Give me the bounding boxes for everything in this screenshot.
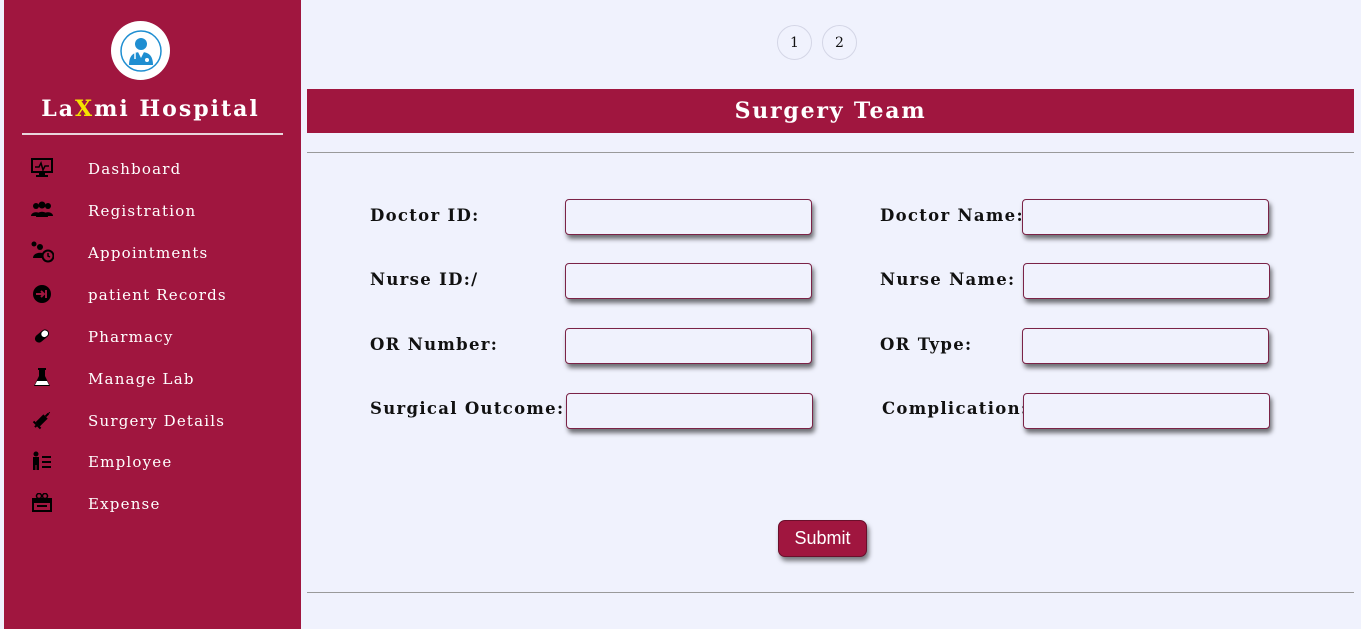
nurse-id-label: Nurse ID:/: [370, 270, 479, 289]
page-2-button[interactable]: 2: [822, 25, 857, 60]
hospital-logo: [111, 21, 170, 80]
bottom-divider: [307, 592, 1354, 593]
sidebar-item-label: Expense: [88, 495, 161, 513]
or-type-label: OR Type:: [880, 335, 973, 354]
sidebar-item-label: Appointments: [88, 244, 209, 262]
surgical-outcome-label: Surgical Outcome:: [370, 399, 565, 418]
sidebar-item-dashboard[interactable]: Dashboard: [4, 154, 301, 184]
complication-input[interactable]: [1023, 393, 1270, 429]
brand-suffix: mi Hospital: [94, 96, 260, 122]
nurse-id-input[interactable]: [565, 263, 812, 299]
sidebar-item-label: Registration: [88, 202, 197, 220]
user-clock-icon: [30, 241, 54, 263]
brand-prefix: La: [41, 96, 75, 122]
sidebar-item-manage-lab[interactable]: Manage Lab: [4, 364, 301, 394]
users-icon: [30, 199, 54, 221]
top-divider: [307, 152, 1354, 153]
sidebar-item-registration[interactable]: Registration: [4, 196, 301, 226]
page-title: Surgery Team: [307, 89, 1354, 133]
sidebar-item-surgery-details[interactable]: Surgery Details: [4, 406, 301, 436]
sidebar-item-expense[interactable]: Expense: [4, 489, 301, 519]
surgical-outcome-input[interactable]: [566, 393, 813, 429]
doctor-name-label: Doctor Name:: [880, 206, 1024, 225]
flask-icon: [30, 367, 54, 389]
sidebar-item-label: patient Records: [88, 286, 227, 304]
doctor-icon: [119, 29, 162, 72]
sidebar-item-employee[interactable]: Employee: [4, 447, 301, 477]
staff-list-icon: [30, 450, 54, 472]
pill-icon: [30, 325, 54, 347]
brand-title: LaXmi Hospital: [4, 96, 297, 122]
brand-highlight: X: [75, 96, 95, 122]
or-type-input[interactable]: [1022, 328, 1269, 364]
sidebar-item-appointments[interactable]: Appointments: [4, 238, 301, 268]
nurse-name-input[interactable]: [1023, 263, 1270, 299]
submit-button[interactable]: Submit: [778, 520, 867, 557]
doctor-name-input[interactable]: [1022, 199, 1269, 235]
monitor-icon: [30, 157, 54, 179]
sidebar-item-label: Dashboard: [88, 160, 182, 178]
sidebar-item-label: Surgery Details: [88, 412, 226, 430]
sidebar-item-label: Manage Lab: [88, 370, 195, 388]
or-number-label: OR Number:: [370, 335, 499, 354]
doctor-id-input[interactable]: [565, 199, 812, 235]
sign-in-icon: [30, 283, 54, 305]
complication-label: Complication:: [882, 399, 1029, 418]
doctor-id-label: Doctor ID:: [370, 206, 480, 225]
page-1-button[interactable]: 1: [777, 25, 812, 60]
nurse-name-label: Nurse Name:: [880, 270, 1016, 289]
sidebar: LaXmi Hospital Dashboard Registration Ap…: [4, 0, 301, 629]
sidebar-item-pharmacy[interactable]: Pharmacy: [4, 322, 301, 352]
or-number-input[interactable]: [565, 328, 812, 364]
sidebar-item-patient-records[interactable]: patient Records: [4, 280, 301, 310]
brand-divider: [22, 133, 283, 135]
sidebar-item-label: Employee: [88, 453, 173, 471]
expense-icon: [30, 492, 54, 514]
syringe-icon: [30, 409, 54, 431]
sidebar-item-label: Pharmacy: [88, 328, 174, 346]
